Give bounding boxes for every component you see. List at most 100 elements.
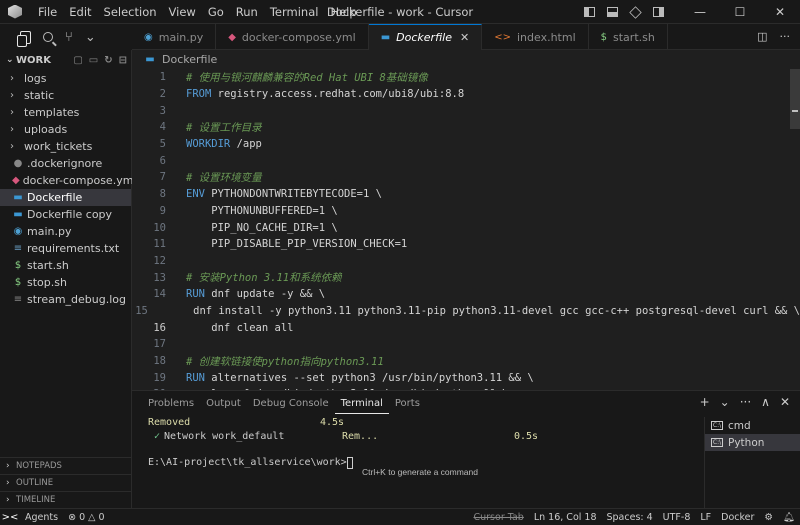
extensions-cube-icon[interactable] (629, 5, 642, 19)
menu-help[interactable]: Help (324, 0, 362, 24)
explorer-icon[interactable] (17, 30, 31, 47)
code-line[interactable]: 6 (132, 152, 800, 169)
tree-folder-static[interactable]: › static (0, 87, 131, 104)
tab-start-sh[interactable]: $ start.sh (589, 24, 668, 50)
editor-scrollbar[interactable] (790, 69, 800, 129)
tree-file-stop-sh[interactable]: $ stop.sh (0, 274, 131, 291)
tree-item-label: stop.sh (27, 276, 67, 289)
notepads-section[interactable]: › NOTEPADS (0, 457, 132, 474)
timeline-section[interactable]: › TIMELINE (0, 491, 132, 508)
source-control-icon[interactable]: ⑂ (65, 30, 73, 45)
tree-file-docker-compose[interactable]: ◆ docker-compose.yml (0, 172, 136, 189)
tree-file-dockerfile[interactable]: ▬ Dockerfile (0, 189, 131, 206)
outline-section[interactable]: › OUTLINE (0, 474, 132, 491)
close-panel-icon[interactable]: ✕ (780, 395, 790, 409)
code-line[interactable]: 11 PIP_DISABLE_PIP_VERSION_CHECK=1 (132, 236, 800, 253)
tree-file-start-sh[interactable]: $ start.sh (0, 257, 131, 274)
search-icon[interactable] (43, 32, 53, 42)
code-line[interactable]: 2 FROM registry.access.redhat.com/ubi8/ub… (132, 86, 800, 103)
menu-selection[interactable]: Selection (98, 0, 163, 24)
code-line[interactable]: 1 # 使用与银河麒麟兼容的Red Hat UBI 8基础镜像 (132, 69, 800, 86)
toggle-panel-icon[interactable] (607, 7, 618, 17)
code-line[interactable]: 8 ENV PYTHONDONTWRITEBYTECODE=1 \ (132, 186, 800, 203)
refresh-icon[interactable]: ↻ (104, 55, 112, 66)
tree-file-stream-debug-log[interactable]: ≡ stream_debug.log (0, 291, 131, 308)
tab-docker-compose[interactable]: ◆ docker-compose.yml (216, 24, 369, 50)
menu-terminal[interactable]: Terminal (264, 0, 325, 24)
notifications-bell-icon[interactable]: 🔔︎ (778, 512, 800, 523)
close-tab-icon[interactable]: ✕ (460, 31, 469, 44)
code-editor[interactable]: ▬ Dockerfile 1 # 使用与银河麒麟兼容的Red Hat UBI 8基… (132, 50, 800, 417)
maximize-button[interactable]: ☐ (720, 0, 760, 24)
code-line[interactable]: 15 dnf install -y python3.11 python3.11-… (132, 303, 800, 320)
tab-index-html[interactable]: <> index.html (482, 24, 589, 50)
tab-problems[interactable]: Problems (142, 391, 200, 417)
tab-main-py[interactable]: ◉ main.py (132, 24, 217, 50)
menu-file[interactable]: File (32, 0, 63, 24)
indentation[interactable]: Spaces: 4 (602, 512, 658, 523)
tree-file-main-py[interactable]: ◉ main.py (0, 223, 131, 240)
split-editor-icon[interactable]: ◫ (757, 30, 767, 43)
code-lines[interactable]: 1 # 使用与银河麒麟兼容的Red Hat UBI 8基础镜像 2 FROM regi… (132, 69, 800, 419)
terminal-entry-python[interactable]: C:\ Python (705, 434, 800, 451)
new-folder-icon[interactable]: ▭ (89, 55, 98, 66)
toggle-secondary-sidebar-icon[interactable] (653, 7, 664, 17)
language-mode[interactable]: Docker (716, 512, 759, 523)
code-line[interactable]: 12 (132, 253, 800, 270)
maximize-panel-icon[interactable]: ∧ (761, 395, 770, 409)
line-ending[interactable]: LF (695, 512, 716, 523)
problems-status[interactable]: ⊗ 0 △ 0 (63, 512, 109, 523)
code-line[interactable]: 7 # 设置环境变量 (132, 169, 800, 186)
code-line[interactable]: 17 (132, 336, 800, 353)
tree-folder-templates[interactable]: › templates (0, 104, 131, 121)
code-line[interactable]: 4 # 设置工作目录 (132, 119, 800, 136)
tree-folder-logs[interactable]: › logs (0, 70, 131, 87)
minimize-button[interactable]: — (680, 0, 720, 24)
terminal-dropdown-icon[interactable]: ⌄ (720, 395, 730, 409)
workspace-section-header[interactable]: ⌄ WORK ▢ ▭ ↻ ⊟ (0, 50, 131, 70)
code-line[interactable]: 5 WORKDIR /app (132, 136, 800, 153)
terminal-entry-cmd[interactable]: C:\ cmd (705, 417, 800, 434)
tree-folder-uploads[interactable]: › uploads (0, 121, 131, 138)
menu-view[interactable]: View (163, 0, 202, 24)
cursor-position[interactable]: Ln 16, Col 18 (529, 512, 602, 523)
code-line[interactable]: 3 (132, 102, 800, 119)
chevron-down-icon[interactable]: ⌄ (85, 30, 96, 45)
code-line[interactable]: 18 # 创建软链接使python指向python3.11 (132, 353, 800, 370)
code-line[interactable]: 19 RUN alternatives --set python3 /usr/bi… (132, 369, 800, 386)
code-line[interactable]: 13 # 安装Python 3.11和系统依赖 (132, 269, 800, 286)
tab-terminal[interactable]: Terminal (334, 394, 389, 414)
more-actions-icon[interactable]: ··· (780, 30, 791, 43)
new-file-icon[interactable]: ▢ (73, 55, 82, 66)
code-line[interactable]: 14 RUN dnf update -y && \ (132, 286, 800, 303)
tree-folder-work-tickets[interactable]: › work_tickets (0, 138, 131, 155)
tab-ports[interactable]: Ports (389, 391, 426, 417)
code-line[interactable]: 9 PYTHONUNBUFFERED=1 \ (132, 203, 800, 220)
toggle-sidebar-icon[interactable] (584, 7, 595, 17)
remote-icon[interactable]: >< (0, 509, 20, 525)
menu-go[interactable]: Go (202, 0, 230, 24)
close-window-button[interactable]: ✕ (760, 0, 800, 24)
menu-edit[interactable]: Edit (63, 0, 97, 24)
new-terminal-icon[interactable]: + (700, 395, 710, 409)
tab-debug-console[interactable]: Debug Console (247, 391, 335, 417)
warning-count: 0 (98, 511, 105, 523)
encoding[interactable]: UTF-8 (658, 512, 696, 523)
tab-output[interactable]: Output (200, 391, 247, 417)
settings-icon[interactable]: ⚙ (759, 512, 778, 523)
agents-status[interactable]: Agents (20, 512, 63, 523)
tree-file-dockerfile-copy[interactable]: ▬ Dockerfile copy (0, 206, 131, 223)
tab-dockerfile[interactable]: ▬ Dockerfile ✕ (368, 24, 483, 50)
tree-file-dockerignore[interactable]: ● .dockerignore (0, 155, 131, 172)
code-line[interactable]: 10 PIP_NO_CACHE_DIR=1 \ (132, 219, 800, 236)
panel-more-icon[interactable]: ··· (740, 395, 751, 409)
collapse-all-icon[interactable]: ⊟ (119, 55, 127, 66)
terminal-output[interactable]: Removed 4.5s ✓ Network work_default Rem.… (132, 417, 702, 509)
cursor-tab-status[interactable]: Cursor Tab (469, 512, 529, 523)
docker-whale-icon: ▬ (13, 209, 23, 220)
menu-run[interactable]: Run (230, 0, 264, 24)
breadcrumb[interactable]: ▬ Dockerfile (132, 50, 800, 69)
code-line[interactable]: 16 dnf clean all (132, 319, 800, 336)
tree-file-requirements[interactable]: ≡ requirements.txt (0, 240, 131, 257)
breadcrumb-file[interactable]: Dockerfile (162, 53, 217, 66)
